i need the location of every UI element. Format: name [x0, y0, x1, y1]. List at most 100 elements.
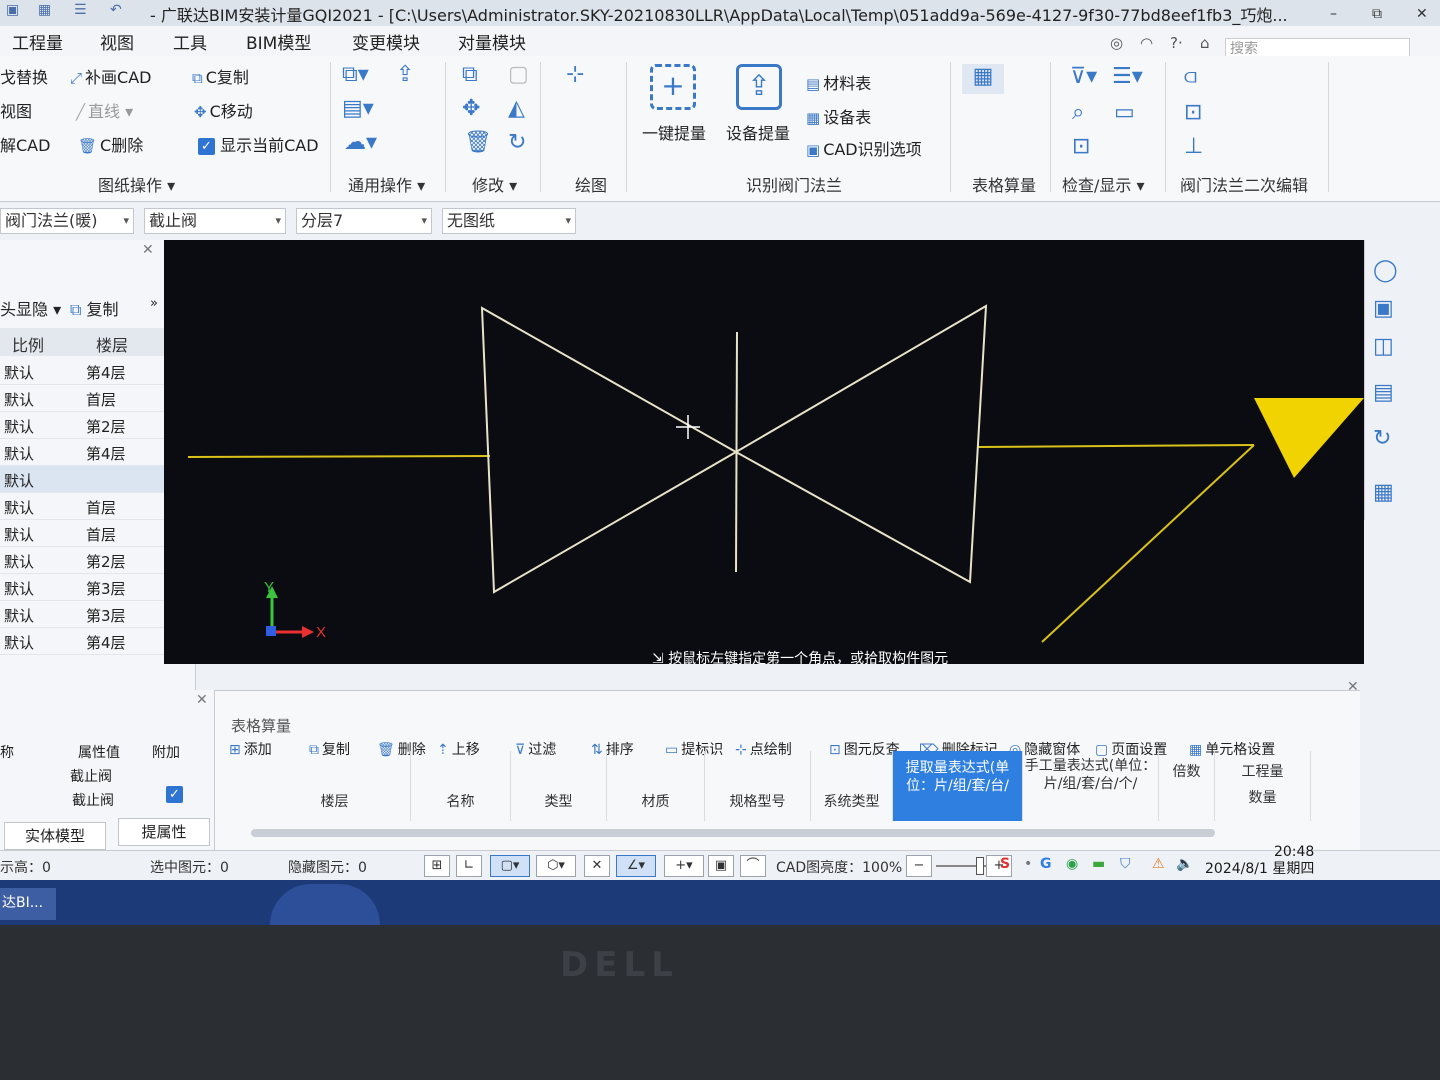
menu-compare-module[interactable]: 对量模块 — [458, 29, 526, 54]
column-quantity-group[interactable]: 工程量 数量 — [1215, 751, 1311, 821]
drawing-list-row[interactable]: 默认 第4层 — [0, 439, 180, 466]
category-select[interactable]: 阀门法兰(暖) ▾ — [0, 208, 134, 234]
replace-button[interactable]: 戈替换 — [0, 64, 48, 88]
drawing-select[interactable]: 无图纸 ▾ — [442, 208, 576, 234]
direction-marker[interactable] — [1254, 398, 1364, 478]
close-icon[interactable]: ✕ — [196, 692, 208, 708]
drawing-list-row[interactable]: 默认 第3层 — [0, 574, 180, 601]
copy-button[interactable]: ⧉ 复制 — [70, 296, 119, 320]
layer-panel-icon[interactable]: ▣ — [708, 855, 734, 877]
network-icon[interactable]: ⚠ — [1152, 856, 1165, 872]
one-key-extract-icon[interactable]: + — [650, 64, 696, 110]
more-icon[interactable]: » — [150, 296, 158, 311]
shield-icon[interactable]: ⛉ — [1120, 856, 1131, 872]
hierarchy-icon[interactable]: ⊥ — [1184, 134, 1203, 159]
pipe-diagonal[interactable] — [1041, 444, 1255, 643]
browser-icon[interactable]: G — [1040, 856, 1052, 872]
help-icon[interactable]: ?· — [1170, 34, 1183, 52]
sogou-icon[interactable]: S — [1000, 856, 1010, 872]
zoom-out-icon[interactable]: − — [906, 855, 932, 877]
find-icon[interactable]: ⌕ — [1072, 100, 1084, 125]
c-move-button[interactable]: ✥ C移动 — [194, 98, 253, 122]
column-name[interactable]: 名称 — [411, 751, 511, 821]
restore-icon[interactable]: ⧉ — [1372, 6, 1382, 22]
inspect-icon[interactable]: ⊡ — [1072, 134, 1090, 159]
drawing-list-row[interactable]: 默认 第2层 — [0, 412, 180, 439]
close-icon[interactable]: ✕ — [1416, 6, 1428, 22]
show-current-cad-toggle[interactable]: ✓ 显示当前CAD — [198, 132, 319, 156]
device-table-button[interactable]: ▦ 设备表 — [806, 104, 871, 128]
decompose-cad-button[interactable]: 解CAD — [0, 132, 50, 156]
valve-left-triangle[interactable] — [480, 306, 739, 594]
group-drawing-ops[interactable]: 图纸操作 ▾ — [98, 172, 175, 196]
column-floor[interactable]: 楼层 — [259, 751, 411, 821]
headset-icon[interactable]: ◠ — [1140, 34, 1153, 52]
cube-solid-icon[interactable]: ▤ — [1373, 380, 1394, 405]
solid-model-button[interactable]: 实体模型 — [4, 822, 106, 850]
close-icon[interactable]: ✕ — [142, 242, 154, 258]
select-frame-icon[interactable]: ⊡ — [1184, 100, 1202, 125]
tray-dot-icon[interactable]: • — [1024, 856, 1032, 872]
view-3d-icon[interactable]: ▣ — [1373, 296, 1394, 321]
box-3d-icon[interactable]: ⬡▾ — [536, 855, 576, 877]
export-icon[interactable]: ⇪ — [396, 62, 414, 87]
duplicate-icon[interactable]: ⧉ — [462, 62, 478, 87]
ortho-toggle-icon[interactable]: ∟ — [456, 855, 482, 877]
menu-bim-model[interactable]: BIM模型 — [246, 29, 311, 54]
ruler-icon[interactable]: ▭ — [1114, 100, 1135, 125]
column-spec[interactable]: 规格型号 — [705, 751, 811, 821]
c-delete-button[interactable]: 🗑 C删除 — [78, 132, 143, 156]
drawing-list-row[interactable]: 默认 第3层 — [0, 601, 180, 628]
arc-icon[interactable]: ⌒ — [740, 855, 766, 877]
table-grid-icon[interactable]: ▦ — [962, 64, 1004, 94]
taskbar-app-item[interactable]: 达BI... — [0, 888, 56, 920]
split-icon[interactable]: ⫏ — [1184, 64, 1197, 89]
menu-change-module[interactable]: 变更模块 — [352, 29, 420, 54]
save-icon[interactable]: ▣ — [6, 2, 19, 18]
menu-view[interactable]: 视图 — [100, 29, 134, 54]
extract-props-button[interactable]: 提属性 — [118, 818, 210, 846]
cloud-icon[interactable]: ☁▾ — [344, 130, 377, 155]
grid-icon[interactable]: ▦ — [38, 2, 51, 18]
rect-select-icon[interactable]: ▢▾ — [490, 855, 530, 877]
pipe-left[interactable] — [187, 455, 491, 458]
drawing-list-row[interactable]: 默认 首层 — [0, 385, 180, 412]
drawing-list-row[interactable]: 默认 首层 — [0, 520, 180, 547]
column-extract-expr[interactable]: 提取量表达式(单位：片/组/套/台/ — [893, 751, 1023, 821]
prop-extra-checkbox[interactable]: ✓ — [166, 786, 183, 803]
properties-icon[interactable]: ▤▾ — [342, 96, 374, 121]
undo-icon[interactable]: ↶ — [110, 2, 122, 18]
component-select[interactable]: 截止阀 ▾ — [144, 208, 286, 234]
notes-icon[interactable]: ▦ — [1373, 480, 1394, 505]
drawing-list-row[interactable]: 默认 第4层 — [0, 358, 180, 385]
drawing-list-row[interactable]: 默认 第2层 — [0, 547, 180, 574]
cross-select-icon[interactable]: ✕ — [584, 855, 610, 877]
view-button[interactable]: 视图 — [0, 98, 32, 122]
layer-select[interactable]: 分层7 ▾ — [296, 208, 432, 234]
pipe-right[interactable] — [977, 444, 1255, 448]
layer-icon[interactable]: ⧉▾ — [342, 62, 369, 87]
point-icon[interactable]: ⊹ — [566, 62, 584, 87]
mirror-icon[interactable]: ◭ — [508, 96, 525, 121]
rotate-view-icon[interactable]: ↻ — [1373, 426, 1391, 451]
cad-drawing[interactable]: Y X — [164, 240, 1364, 664]
minimize-icon[interactable]: – — [1330, 6, 1337, 22]
paste-icon[interactable]: ▢ — [508, 62, 529, 87]
valve-stem[interactable] — [735, 331, 738, 573]
material-table-button[interactable]: ▤ 材料表 — [806, 70, 871, 94]
list-icon[interactable]: ☰ — [74, 2, 87, 18]
drawing-list-row[interactable]: 默认 首层 — [0, 493, 180, 520]
drawing-list-row[interactable]: 默认 第4层 — [0, 628, 180, 655]
column-material[interactable]: 材质 — [607, 751, 705, 821]
column-multiple[interactable]: 倍数 — [1159, 751, 1215, 821]
show-hide-button[interactable]: 头显隐 ▾ — [0, 296, 61, 320]
cad-options-button[interactable]: ▣ CAD识别选项 — [806, 136, 922, 160]
column-type[interactable]: 类型 — [511, 751, 607, 821]
edge-icon[interactable]: ◉ — [1066, 856, 1078, 872]
device-extract-button[interactable]: 设备提量 — [726, 120, 790, 144]
filter-icon[interactable]: ⊽▾ — [1070, 64, 1097, 89]
c-copy-button[interactable]: ⧉ C复制 — [192, 64, 249, 88]
column-manual-expr[interactable]: 手工量表达式(单位：片/组/套/台/个/ — [1023, 751, 1159, 821]
cad-canvas[interactable]: Y X ⇲ 按鼠标左键指定第一个角点，或拾取构件图元 — [164, 240, 1364, 667]
list-filter-icon[interactable]: ☰▾ — [1112, 64, 1143, 89]
